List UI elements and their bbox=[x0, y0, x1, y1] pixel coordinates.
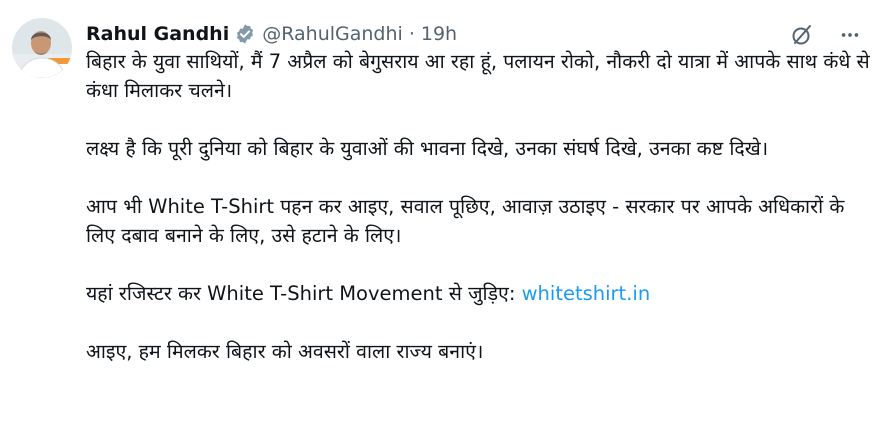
tweet-paragraph-4-text: यहां रजिस्टर कर White T-Shirt Movement स… bbox=[86, 282, 522, 305]
tweet-timestamp[interactable]: 19h bbox=[421, 23, 457, 45]
whitetshirt-link[interactable]: whitetshirt.in bbox=[522, 282, 651, 305]
avatar[interactable] bbox=[12, 18, 72, 78]
header-separator: · bbox=[408, 23, 415, 45]
tweet-text: बिहार के युवा साथियों, मैं 7 अप्रैल को ब… bbox=[86, 47, 876, 395]
grok-icon bbox=[792, 25, 811, 45]
author-display-name[interactable]: Rahul Gandhi bbox=[86, 23, 229, 45]
tweet-actions bbox=[789, 22, 863, 48]
tweet-paragraph-1: बिहार के युवा साथियों, मैं 7 अप्रैल को ब… bbox=[86, 50, 870, 102]
verified-badge-icon bbox=[234, 23, 256, 45]
tweet-paragraph-2: लक्ष्य है कि पूरी दुनिया को बिहार के युव… bbox=[86, 137, 769, 160]
tweet-paragraph-4: यहां रजिस्टर कर White T-Shirt Movement स… bbox=[86, 279, 876, 308]
avatar-image bbox=[12, 18, 72, 78]
tweet-header: Rahul Gandhi @RahulGandhi · 19h bbox=[86, 20, 457, 48]
more-button[interactable] bbox=[837, 22, 863, 48]
tweet-paragraph-3: आप भी White T-Shirt पहन कर आइए, सवाल पूछ… bbox=[86, 195, 845, 247]
tweet-paragraph-5: आइए, हम मिलकर बिहार को अवसरों वाला राज्य… bbox=[86, 340, 484, 363]
author-handle[interactable]: @RahulGandhi bbox=[262, 23, 403, 45]
grok-button[interactable] bbox=[789, 22, 815, 48]
tweet: Rahul Gandhi @RahulGandhi · 19h बिहार के… bbox=[0, 0, 883, 424]
more-icon bbox=[841, 33, 859, 37]
